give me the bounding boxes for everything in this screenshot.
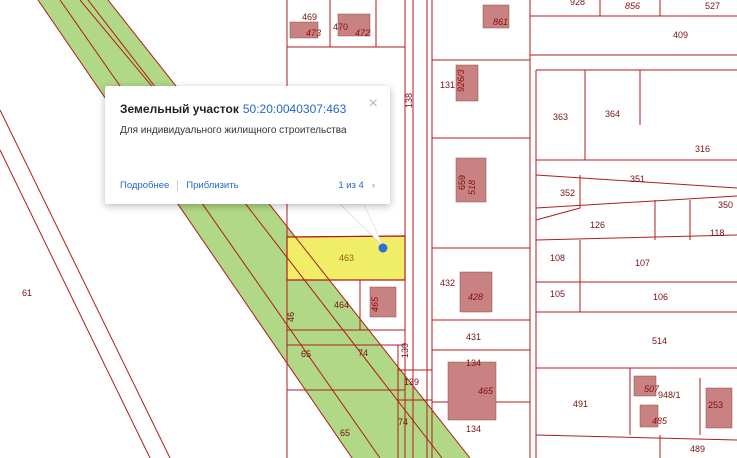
label-108: 108 (550, 253, 565, 263)
label-316: 316 (695, 144, 710, 154)
label-432: 432 (440, 278, 455, 288)
pager-count: 1 из 4 (338, 179, 364, 191)
label-131: 131 (440, 80, 455, 90)
footer-divider (177, 179, 179, 191)
label-463: 463 (339, 253, 354, 263)
label-464: 464 (334, 300, 349, 310)
label-470: 470 (333, 22, 348, 32)
label-139-a: 139 (400, 343, 410, 358)
popup-title-label: Земельный участок (120, 102, 239, 116)
label-473: 473 (306, 28, 321, 38)
parcel-permitted-use: Для индивидуального жилищного строительс… (120, 125, 347, 136)
label-514: 514 (652, 336, 667, 346)
label-352: 352 (560, 188, 575, 198)
label-518: 518 (467, 180, 477, 195)
label-948: 948/1 (658, 390, 681, 400)
label-472: 472 (355, 28, 370, 38)
popup-footer: Подробнее Приблизить 1 из 4 › (120, 179, 375, 191)
label-409: 409 (673, 30, 688, 40)
label-61: 61 (22, 288, 32, 298)
zoom-in-link[interactable]: Приблизить (186, 180, 238, 191)
label-105: 105 (550, 289, 565, 299)
result-pager: 1 из 4 › (338, 180, 375, 191)
popup-title: Земельный участок 50:20:0040307:463 (120, 102, 346, 116)
label-134-a: 134 (466, 358, 481, 368)
label-74-a: 74 (358, 348, 368, 358)
label-118: 118 (710, 228, 724, 238)
label-126: 126 (590, 220, 605, 230)
label-65-b: 65 (340, 428, 350, 438)
label-107: 107 (635, 258, 650, 268)
label-46: 46 (286, 312, 296, 322)
cadastral-number-link[interactable]: 50:20:0040307:463 (243, 102, 346, 116)
label-861: 861 (493, 17, 508, 27)
label-139-b: 139 (404, 377, 419, 387)
label-465-a: 465 (370, 296, 380, 312)
more-details-link[interactable]: Подробнее (120, 180, 169, 191)
selected-point-marker[interactable] (378, 243, 388, 253)
label-928: 928 (570, 0, 585, 7)
label-134-b: 134 (466, 424, 481, 434)
label-469: 469 (302, 12, 317, 22)
close-icon[interactable]: × (369, 96, 378, 112)
label-491: 491 (573, 399, 588, 409)
label-351: 351 (630, 174, 645, 184)
label-428: 428 (468, 292, 483, 302)
label-926: 926/3 (456, 69, 466, 92)
label-489: 489 (690, 444, 705, 454)
label-253: 253 (708, 400, 723, 410)
cadastral-map[interactable]: 469 473 470 472 861 928 856 527 409 131 … (0, 0, 737, 458)
label-431: 431 (466, 332, 481, 342)
label-856: 856 (625, 1, 640, 11)
label-350: 350 (718, 200, 733, 210)
label-65-a: 65 (301, 349, 311, 359)
label-527: 527 (705, 1, 720, 11)
parcel-info-popup: Земельный участок 50:20:0040307:463 × Для… (105, 86, 390, 204)
label-74-b: 74 (398, 417, 408, 427)
label-106: 106 (653, 292, 668, 302)
label-363: 363 (553, 112, 568, 122)
label-465-b: 465 (478, 386, 494, 396)
label-364: 364 (605, 109, 620, 119)
label-485: 485 (652, 416, 668, 426)
label-138: 138 (404, 93, 414, 108)
label-659: 659 (457, 175, 467, 190)
chevron-right-icon[interactable]: › (372, 180, 375, 191)
